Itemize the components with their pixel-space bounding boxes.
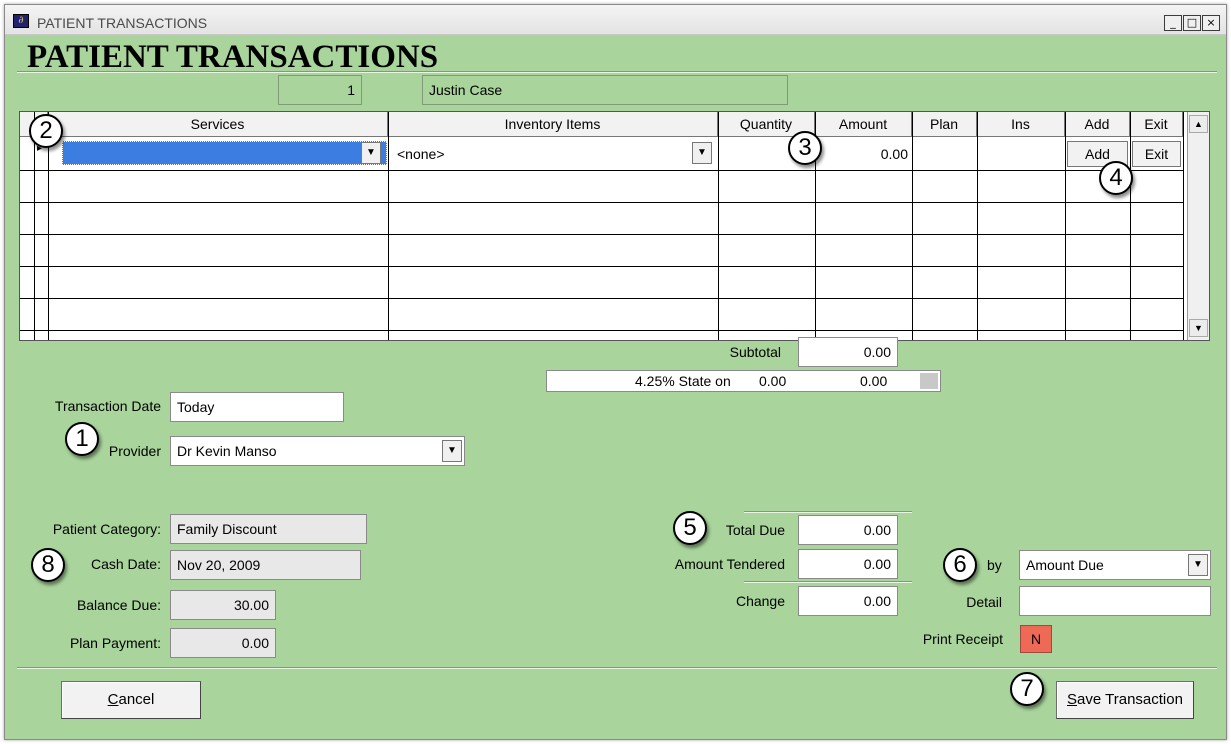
- column-header-services[interactable]: Services: [48, 112, 388, 137]
- chevron-down-icon[interactable]: ▼: [1188, 554, 1208, 576]
- total-due-field: 0.00: [798, 515, 898, 545]
- grid-line: [718, 112, 719, 340]
- tax-value: 0.00: [860, 373, 888, 389]
- tax-indicator: [920, 373, 938, 389]
- column-header-add[interactable]: Add: [1065, 112, 1130, 137]
- print-receipt-label: Print Receipt: [922, 631, 1003, 647]
- cancel-label: ancel: [118, 691, 155, 708]
- transaction-date-field[interactable]: Today: [170, 392, 344, 422]
- callout-2: 2: [29, 114, 63, 148]
- callout-3: 3: [788, 131, 822, 165]
- payment-method-dropdown[interactable]: Amount Due ▼: [1019, 550, 1211, 580]
- grid-line: [20, 202, 1183, 203]
- header-divider: [17, 71, 1217, 73]
- maximize-icon[interactable]: □: [1183, 15, 1201, 31]
- tax-base: 0.00: [759, 373, 787, 389]
- amount-tendered-label: Amount Tendered: [674, 556, 785, 572]
- patient-number-field: 1: [278, 75, 362, 105]
- grid-line: [977, 112, 978, 340]
- grid-scrollbar[interactable]: ▲ ▼: [1187, 112, 1209, 340]
- exit-row-button[interactable]: Exit: [1132, 141, 1181, 167]
- grid-line: [20, 298, 1183, 299]
- tax-text: 4.25% State on: [635, 373, 731, 389]
- total-divider: [744, 511, 912, 513]
- column-header-inventory-items[interactable]: Inventory Items: [388, 112, 718, 137]
- callout-6: 6: [943, 548, 977, 582]
- cancel-button[interactable]: Cancel: [61, 681, 201, 719]
- grid-line: [34, 112, 35, 340]
- amount-cell[interactable]: 0.00: [818, 142, 908, 166]
- column-header-exit[interactable]: Exit: [1130, 112, 1183, 137]
- provider-label: Provider: [108, 443, 161, 459]
- transaction-grid: Services Inventory Items Quantity Amount…: [19, 111, 1210, 341]
- callout-1: 1: [65, 422, 99, 456]
- save-label: ave Transaction: [1077, 691, 1183, 708]
- patient-transactions-window: ∂ PATIENT TRANSACTIONS _ □ × PATIENT TRA…: [4, 4, 1227, 740]
- patient-category-label: Patient Category:: [52, 521, 161, 537]
- payment-by-label: by: [987, 557, 1002, 573]
- detail-label: Detail: [966, 594, 1002, 610]
- tax-line: 4.25% State on 0.00 0.00: [546, 370, 941, 392]
- footer-divider: [17, 667, 1217, 669]
- grid-line: [1130, 112, 1131, 340]
- app-logo-icon: ∂: [13, 14, 29, 28]
- scroll-up-icon[interactable]: ▲: [1189, 115, 1208, 133]
- column-header-ins[interactable]: Ins: [977, 112, 1065, 137]
- callout-7: 7: [1010, 672, 1044, 706]
- grid-line: [1183, 112, 1184, 340]
- detail-field[interactable]: [1019, 586, 1211, 616]
- change-divider: [744, 581, 912, 583]
- cancel-mnemonic: C: [107, 691, 119, 708]
- grid-line: [20, 330, 1183, 331]
- grid-line: [1065, 112, 1066, 340]
- column-header-amount[interactable]: Amount: [815, 112, 912, 137]
- services-value: [63, 145, 67, 161]
- window-title: PATIENT TRANSACTIONS: [37, 15, 208, 31]
- close-icon[interactable]: ×: [1202, 15, 1220, 31]
- patient-category-field: Family Discount: [170, 514, 367, 544]
- callout-4: 4: [1099, 161, 1133, 195]
- plan-payment-field: 0.00: [170, 628, 276, 658]
- grid-line: [20, 266, 1183, 267]
- callout-8: 8: [31, 548, 65, 582]
- provider-value: Dr Kevin Manso: [177, 443, 277, 459]
- minimize-icon[interactable]: _: [1164, 15, 1182, 31]
- cash-date-field: Nov 20, 2009: [170, 550, 361, 580]
- column-header-plan[interactable]: Plan: [912, 112, 977, 137]
- change-field: 0.00: [798, 586, 898, 616]
- amount-tendered-field[interactable]: 0.00: [798, 549, 898, 579]
- provider-dropdown[interactable]: Dr Kevin Manso ▼: [170, 436, 465, 466]
- balance-due-label: Balance Due:: [76, 597, 161, 613]
- services-dropdown-arrow-icon[interactable]: ▼: [361, 142, 381, 164]
- inventory-dropdown-arrow-icon[interactable]: ▼: [692, 142, 712, 164]
- inventory-items-value[interactable]: <none>: [397, 142, 445, 166]
- change-label: Change: [735, 593, 785, 609]
- transaction-date-label: Transaction Date: [54, 398, 161, 414]
- callout-5: 5: [673, 511, 707, 545]
- plan-payment-label: Plan Payment:: [69, 635, 161, 651]
- grid-line: [20, 170, 1183, 171]
- grid-line: [912, 112, 913, 340]
- grid-line: [388, 112, 389, 340]
- print-receipt-toggle[interactable]: N: [1020, 625, 1052, 653]
- save-transaction-button[interactable]: Save Transaction: [1056, 681, 1194, 719]
- chevron-down-icon[interactable]: ▼: [442, 440, 462, 462]
- grid-line: [20, 234, 1183, 235]
- save-mnemonic: S: [1067, 691, 1078, 708]
- patient-name-field: Justin Case: [422, 75, 788, 105]
- subtotal-label: Subtotal: [729, 344, 781, 360]
- subtotal-field: 0.00: [798, 337, 898, 367]
- services-dropdown[interactable]: [62, 141, 387, 165]
- balance-due-field: 30.00: [170, 590, 276, 620]
- payment-method-value: Amount Due: [1026, 557, 1104, 573]
- title-bar: ∂ PATIENT TRANSACTIONS _ □ ×: [5, 5, 1226, 35]
- scroll-down-icon[interactable]: ▼: [1189, 319, 1208, 337]
